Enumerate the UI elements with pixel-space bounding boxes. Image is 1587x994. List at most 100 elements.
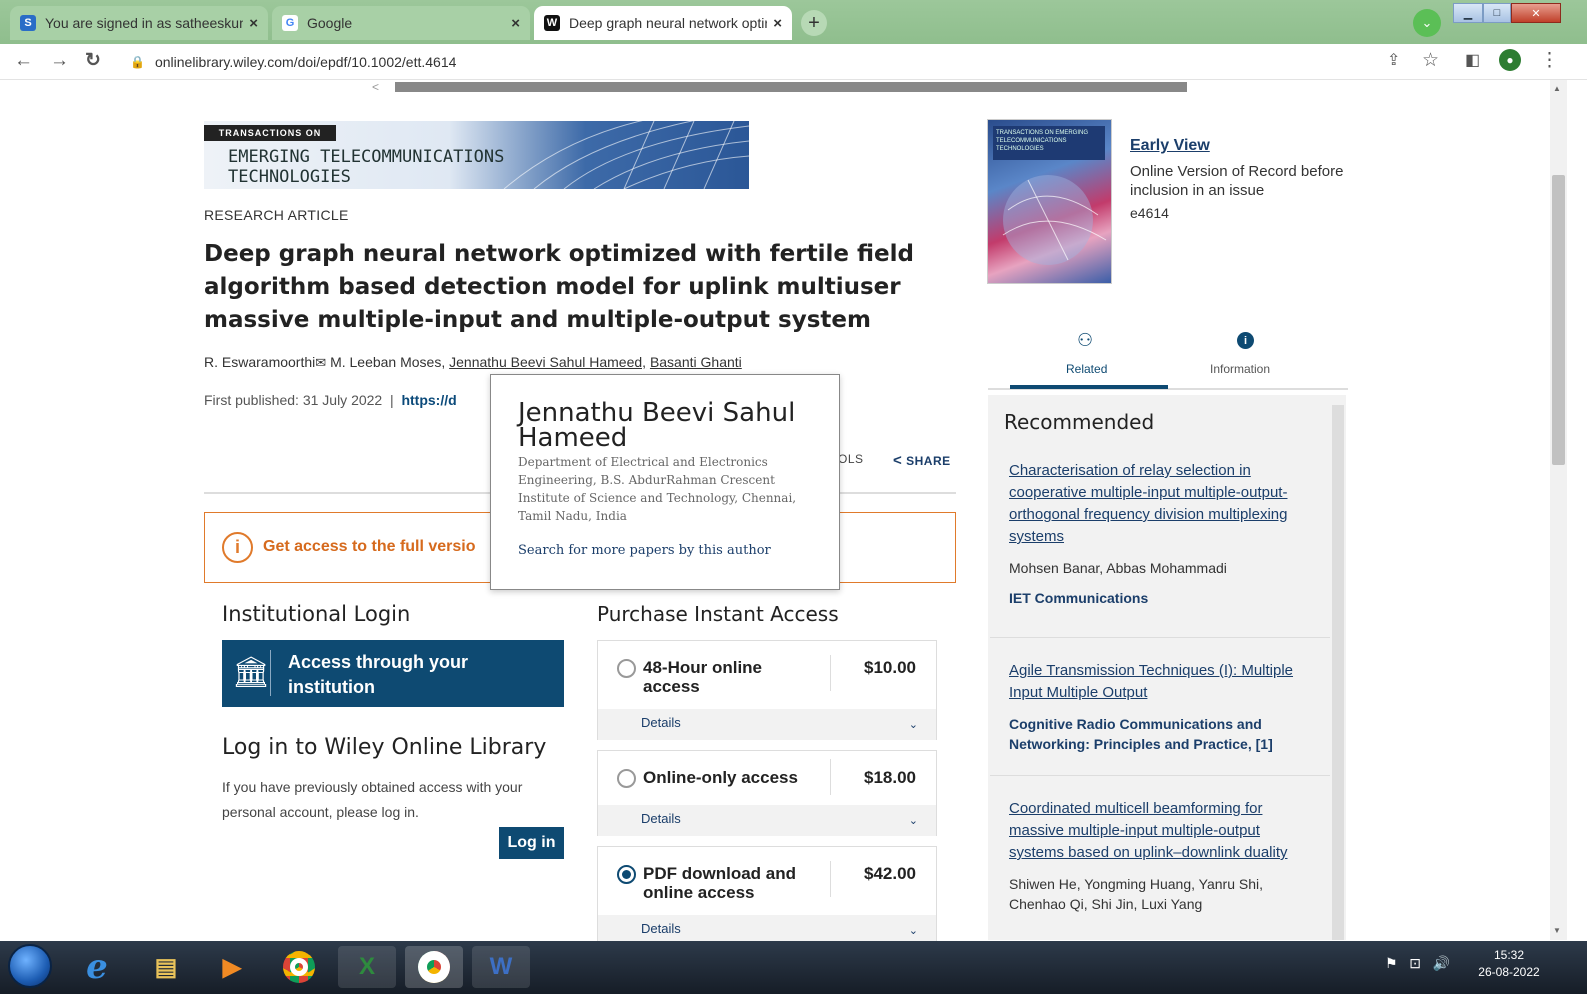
details-toggle[interactable]: Details ⌄	[598, 915, 936, 942]
details-toggle[interactable]: Details ⌄	[598, 709, 936, 740]
author-link[interactable]: M. Leeban Moses,	[330, 354, 445, 370]
excel-icon[interactable]: X	[338, 946, 396, 988]
chrome-logo	[418, 951, 450, 983]
divider	[830, 861, 831, 897]
address-bar[interactable]: 🔒 onlinelibrary.wiley.com/doi/epdf/10.10…	[130, 48, 1380, 76]
media-player-icon[interactable]: ▶	[203, 946, 261, 988]
email-envelope-icon[interactable]: ✉	[315, 355, 326, 370]
close-tab-icon[interactable]: ×	[249, 15, 258, 32]
minimize-button[interactable]: ▁	[1453, 3, 1483, 23]
share-page-icon[interactable]: ⇪	[1387, 51, 1400, 71]
tab-signed-in[interactable]: S You are signed in as satheeskum ×	[10, 6, 268, 40]
related-nodes-icon[interactable]: ⚇	[1077, 330, 1093, 351]
information-icon[interactable]: i	[1237, 332, 1254, 349]
recommended-item[interactable]: Coordinated multicell beamforming for ma…	[1009, 798, 1309, 914]
profile-avatar-icon[interactable]: ●	[1499, 49, 1521, 71]
search-author-link[interactable]: Search for more papers by this author	[518, 543, 771, 558]
article-type: RESEARCH ARTICLE	[204, 207, 349, 223]
recommended-title-link[interactable]: Agile Transmission Techniques (I): Multi…	[1009, 660, 1309, 704]
start-button[interactable]	[8, 944, 52, 988]
window-close-button[interactable]: ✕	[1511, 3, 1561, 23]
author-link[interactable]: R. Eswaramoorthi	[204, 354, 315, 370]
first-published-date: 31 July 2022	[302, 392, 383, 408]
tab-article[interactable]: W Deep graph neural network optir ×	[534, 6, 792, 40]
wiley-icon: W	[544, 15, 560, 31]
recommended-title-link[interactable]: Characterisation of relay selection in c…	[1009, 460, 1309, 548]
author-link[interactable]: Basanti Ghanti	[650, 354, 742, 370]
page-scrollbar-thumb[interactable]	[1552, 175, 1565, 465]
site-s-icon: S	[20, 15, 36, 31]
option-radio[interactable]	[617, 769, 636, 788]
scroll-down-arrow-icon[interactable]: ▼	[1553, 926, 1561, 935]
author-list: R. Eswaramoorthi✉ M. Leeban Moses, Jenna…	[204, 354, 742, 371]
tab-information[interactable]: Information	[1210, 362, 1270, 376]
recommended-heading: Recommended	[1004, 410, 1155, 434]
recommended-item[interactable]: Characterisation of relay selection in c…	[1009, 460, 1309, 608]
author-link[interactable]: Jennathu Beevi Sahul Hameed,	[449, 354, 646, 370]
article-title: Deep graph neural network optimized with…	[204, 241, 914, 333]
google-icon: G	[282, 15, 298, 31]
carousel-strip	[395, 82, 1187, 92]
doi-link[interactable]: https://d	[401, 392, 456, 408]
bookmark-star-icon[interactable]: ☆	[1422, 51, 1439, 71]
system-tray[interactable]: ⚑ ⊡ 🔊	[1385, 955, 1450, 972]
internet-explorer-icon[interactable]: e	[68, 946, 126, 988]
clock-date: 26-08-2022	[1478, 965, 1540, 979]
system-clock[interactable]: 15:32 26-08-2022	[1470, 947, 1548, 981]
early-view-link[interactable]: Early View	[1130, 137, 1210, 155]
file-explorer-icon[interactable]: ▤	[137, 946, 195, 988]
carousel-prev-icon[interactable]: <	[372, 80, 379, 94]
option-label: Online-only access	[643, 768, 798, 787]
first-published: First published: 31 July 2022 | https://…	[204, 392, 457, 408]
chrome-profile-icon[interactable]	[405, 946, 463, 988]
divider	[830, 759, 831, 795]
recommended-journal[interactable]: Cognitive Radio Communications and Netwo…	[1009, 714, 1309, 754]
option-label: 48-Hour online access	[643, 658, 763, 696]
tab-google[interactable]: G Google ×	[272, 6, 530, 40]
flag-icon[interactable]: ⚑	[1385, 955, 1398, 971]
details-toggle[interactable]: Details ⌄	[598, 805, 936, 836]
close-tab-icon[interactable]: ×	[511, 15, 520, 32]
recommended-journal[interactable]: IET Communications	[1009, 588, 1309, 608]
share-icon: <	[893, 452, 903, 469]
share-button[interactable]: < SHARE	[893, 452, 951, 469]
divider	[990, 637, 1330, 638]
institution-building-icon: 🏛	[232, 656, 271, 689]
recommended-title-link[interactable]: Coordinated multicell beamforming for ma…	[1009, 798, 1309, 864]
new-tab-button[interactable]: +	[801, 10, 827, 36]
scroll-up-arrow-icon[interactable]: ▲	[1553, 84, 1561, 93]
chrome-icon[interactable]	[270, 946, 328, 988]
option-price: $10.00	[864, 658, 916, 677]
clock-time: 15:32	[1493, 948, 1525, 962]
tab-search-chevron-icon[interactable]: ⌄	[1413, 9, 1441, 37]
separator: |	[386, 392, 398, 408]
maximize-button[interactable]: □	[1483, 3, 1511, 23]
access-institution-label[interactable]: Access through your institution	[288, 650, 548, 700]
tools-button[interactable]: OLS	[838, 452, 864, 466]
option-price: $42.00	[864, 864, 916, 883]
recommended-item[interactable]: Agile Transmission Techniques (I): Multi…	[1009, 660, 1309, 754]
divider	[830, 655, 831, 691]
option-radio[interactable]	[617, 659, 636, 678]
forward-icon[interactable]: →	[50, 51, 69, 71]
purchase-option[interactable]: Online-only access $18.00 Details ⌄	[597, 750, 937, 836]
popover-author-name: Jennathu Beevi Sahul Hameed	[518, 398, 796, 453]
menu-kebab-icon[interactable]: ⋮	[1540, 51, 1559, 71]
option-radio-selected[interactable]	[617, 865, 636, 884]
tab-related[interactable]: Related	[1066, 362, 1107, 376]
close-tab-icon[interactable]: ×	[773, 15, 782, 32]
purchase-option-selected[interactable]: PDF download and online access $42.00 De…	[597, 846, 937, 942]
network-icon[interactable]: ⊡	[1409, 955, 1421, 971]
share-label: SHARE	[906, 454, 951, 468]
access-banner-text: Get access to the full versio	[263, 538, 476, 555]
log-in-button[interactable]: Log in	[499, 827, 564, 859]
word-icon[interactable]: W	[472, 946, 530, 988]
reload-icon[interactable]: ↻	[85, 51, 101, 71]
lock-icon: 🔒	[130, 55, 145, 69]
popover-affiliation: Department of Electrical and Electronics…	[518, 455, 797, 523]
back-icon[interactable]: ←	[14, 51, 33, 71]
recommended-scrollbar[interactable]	[1332, 405, 1344, 940]
volume-icon[interactable]: 🔊	[1433, 955, 1450, 971]
side-panel-icon[interactable]: ◧	[1465, 51, 1480, 71]
purchase-option[interactable]: 48-Hour online access $10.00 Details ⌄	[597, 640, 937, 740]
